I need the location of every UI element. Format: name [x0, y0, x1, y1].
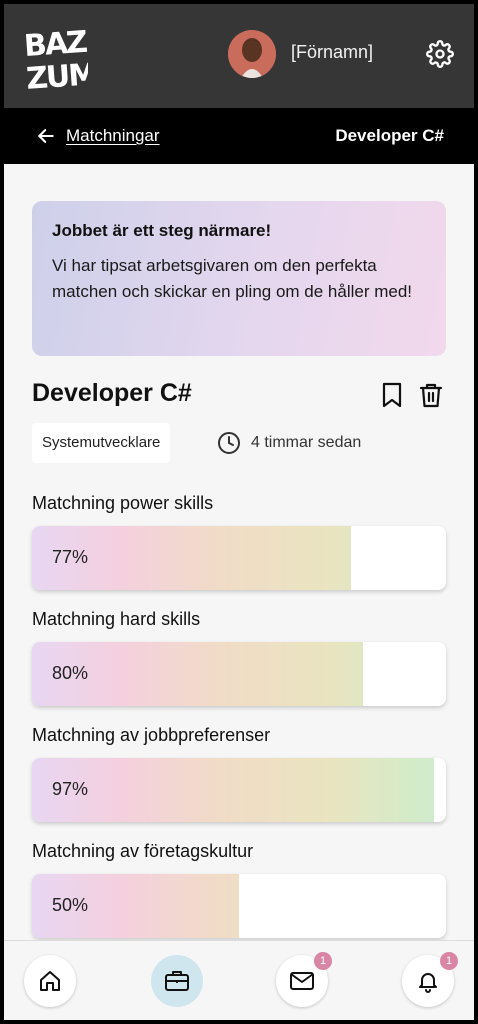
- bell-icon: [419, 973, 437, 993]
- messages-badge: 1: [314, 952, 332, 970]
- username[interactable]: [Förnamn]: [291, 42, 373, 63]
- nav-jobs-button[interactable]: [151, 955, 203, 1007]
- nav-notifications-button[interactable]: 1: [402, 952, 458, 1007]
- match-bar-fill: [32, 758, 434, 822]
- avatar[interactable]: [228, 30, 276, 78]
- main-content: Jobbet är ett steg närmare! Vi har tipsa…: [4, 164, 474, 940]
- info-banner: Jobbet är ett steg närmare! Vi har tipsa…: [32, 201, 446, 356]
- match-percentage: 77%: [52, 547, 89, 567]
- sub-navigation-bar: Matchningar Developer C#: [4, 108, 474, 164]
- app-header: BAZ ZUM [Förnamn]: [4, 4, 474, 108]
- briefcase-icon: [165, 971, 189, 991]
- match-label: Matchning hard skills: [32, 609, 201, 629]
- notifications-badge: 1: [440, 952, 458, 970]
- match-bar: 77%: [32, 526, 446, 590]
- bazzum-logo[interactable]: BAZ ZUM: [24, 24, 88, 90]
- match-label: Matchning power skills: [32, 493, 214, 513]
- job-title: Developer C#: [32, 379, 192, 407]
- info-banner-title: Jobbet är ett steg närmare!: [52, 221, 272, 240]
- svg-text:ZUM: ZUM: [25, 57, 88, 90]
- trash-icon[interactable]: [419, 382, 443, 408]
- match-percentage: 50%: [52, 895, 89, 915]
- home-icon: [40, 971, 60, 991]
- posted-time: 4 timmar sedan: [251, 434, 362, 451]
- match-bar: 97%: [32, 758, 446, 822]
- match-label: Matchning av företagskultur: [32, 841, 254, 861]
- gear-icon[interactable]: [426, 40, 454, 68]
- job-category-tag: Systemutvecklare: [32, 423, 171, 463]
- mail-icon: [290, 972, 314, 990]
- app-frame: BAZ ZUM [Förnamn] Matchningar Developer …: [4, 4, 474, 1020]
- match-percentage: 80%: [52, 663, 89, 683]
- nav-home-button[interactable]: [24, 955, 76, 1007]
- match-percentage: 97%: [52, 779, 89, 799]
- back-arrow-icon[interactable]: [36, 126, 56, 146]
- match-bar: 50%: [32, 874, 446, 938]
- page-title: Developer C#: [335, 126, 444, 145]
- match-bar: 80%: [32, 642, 446, 706]
- back-link-matchningar[interactable]: Matchningar: [66, 126, 160, 146]
- nav-messages-button[interactable]: 1: [276, 952, 332, 1007]
- info-banner-text: Vi har tipsat arbetsgivaren om den perfe…: [52, 256, 413, 301]
- clock-icon: [218, 432, 240, 454]
- match-label: Matchning av jobbpreferenser: [32, 725, 271, 745]
- bottom-navigation: 1 1: [4, 940, 474, 1020]
- bookmark-icon[interactable]: [381, 382, 403, 408]
